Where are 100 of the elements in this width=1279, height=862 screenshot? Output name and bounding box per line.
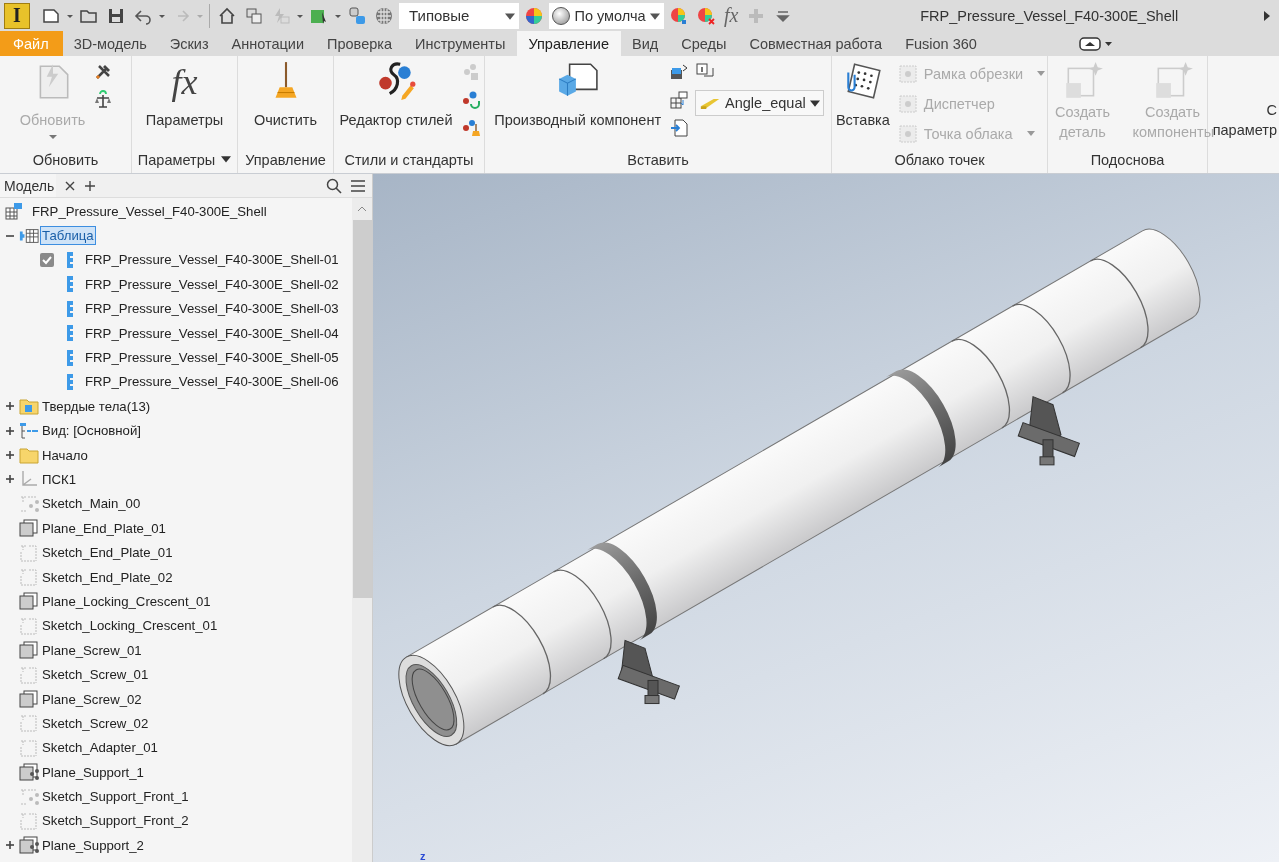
derived-component-button[interactable]: Производный компонент (492, 60, 664, 147)
create-parameters-button[interactable]: С параметр (1210, 60, 1279, 173)
point-cloud-tool-icon (897, 94, 918, 114)
panel-title: Облако точек (893, 151, 986, 170)
ribbon-tab[interactable]: Аннотации (220, 31, 317, 56)
styles-purge-icon[interactable] (460, 118, 481, 138)
tree-item[interactable]: Sketch_End_Plate_01 (41, 544, 174, 562)
table-icon (19, 226, 39, 245)
tree-item[interactable]: Plane_Support_2 (41, 836, 145, 854)
ribbon-tab[interactable]: Проверка (316, 31, 404, 56)
ribbon-tab[interactable]: Совместная работа (738, 31, 895, 56)
expand-icon[interactable] (5, 450, 15, 461)
point-cloud-insert-button[interactable]: Вставка (833, 60, 892, 147)
folder-icon (19, 446, 39, 465)
tree-item[interactable]: FRP_Pressure_Vessel_F40-300E_Shell-04 (82, 324, 340, 342)
ribbon-tab[interactable]: Управление (517, 31, 622, 56)
tree-item[interactable]: FRP_Pressure_Vessel_F40-300E_Shell-01 (82, 251, 340, 269)
caret-icon (48, 134, 57, 140)
formula-button[interactable]: fx (721, 4, 742, 27)
visual-style-dropdown[interactable]: Типовые (399, 2, 519, 29)
parameters-button[interactable]: fx Параметры (143, 60, 226, 147)
expand-icon[interactable] (5, 425, 15, 436)
panel-title: Управление (244, 151, 327, 170)
ribbon-tab[interactable]: Вид (621, 31, 671, 56)
tree-item[interactable]: Вид: [Основной] (41, 422, 142, 440)
sketch-icon (19, 738, 39, 757)
tree-item[interactable]: Sketch_Screw_01 (41, 666, 150, 684)
tree-item[interactable]: FRP_Pressure_Vessel_F40-300E_Shell-03 (82, 300, 340, 318)
balance-scale-icon[interactable] (93, 90, 114, 110)
plane-icon (19, 519, 39, 538)
checkbox[interactable] (40, 252, 54, 267)
expand-icon[interactable] (5, 401, 15, 412)
plane-share-icon (19, 763, 39, 782)
panel-title: Вставить (626, 151, 690, 170)
expand-arrow-icon[interactable] (1263, 9, 1271, 22)
app-logo[interactable]: I (4, 2, 30, 29)
select-priority-icon[interactable] (347, 5, 367, 26)
tree-item[interactable]: Sketch_Support_Front_1 (41, 788, 190, 806)
tree-item[interactable]: Таблица (41, 227, 95, 245)
panel-title[interactable]: Параметры (132, 147, 237, 173)
tree-item[interactable]: Sketch_Main_00 (41, 495, 142, 513)
tree-item[interactable]: Plane_Locking_Crescent_01 (41, 592, 212, 610)
home-icon[interactable] (217, 5, 237, 26)
axis-label: z (420, 850, 426, 862)
assembly-table-icon (4, 202, 24, 221)
tree-item[interactable]: Plane_Screw_02 (41, 690, 143, 708)
windows-icon[interactable] (244, 5, 264, 26)
scroll-up-icon[interactable] (357, 206, 367, 212)
color-wheel-icon[interactable] (669, 5, 689, 26)
scrollbar[interactable] (352, 198, 372, 862)
search-icon[interactable] (326, 177, 342, 194)
ribbon-tab[interactable]: 3D-модель (62, 31, 159, 56)
styles-sync-icon[interactable] (460, 90, 481, 110)
expand-icon[interactable] (5, 840, 15, 851)
ribbon-tab[interactable]: Эскиз (158, 31, 221, 56)
add-tab-icon[interactable] (84, 179, 97, 192)
ribbon-tab[interactable]: Инструменты (404, 31, 518, 56)
caret-icon[interactable] (809, 98, 820, 108)
style-editor-button[interactable]: Редактор стилей (337, 60, 455, 147)
tree-item[interactable]: FRP_Pressure_Vessel_F40-300E_Shell-06 (82, 373, 340, 391)
tree-item[interactable]: FRP_Pressure_Vessel_F40-300E_Shell-02 (82, 275, 340, 293)
ribbon-tab[interactable]: Fusion 360 (894, 31, 989, 56)
tree-item[interactable]: Твердые тела(13) (41, 397, 152, 415)
tree-item[interactable]: ПСК1 (41, 471, 78, 488)
sketch-icon (19, 568, 39, 587)
plane-share-icon (19, 836, 39, 855)
tree-item[interactable]: Sketch_Adapter_01 (41, 739, 159, 757)
caret-icon[interactable] (221, 156, 232, 164)
table-replace-icon[interactable] (669, 90, 690, 110)
color-wheel-icon[interactable] (524, 5, 544, 26)
tree-item[interactable]: Sketch_Locking_Crescent_01 (41, 617, 219, 635)
folder-cube-icon (19, 397, 39, 416)
ribbon-tab[interactable]: Среды (670, 31, 739, 56)
sketch-icon (19, 616, 39, 635)
tree-item[interactable]: Plane_Screw_01 (41, 641, 143, 659)
tree-item[interactable]: FRP_Pressure_Vessel_F40-300E_Shell (31, 202, 268, 220)
appearance-dropdown[interactable]: По умолча (549, 2, 664, 29)
plane-icon (19, 690, 39, 708)
tree-item[interactable]: Sketch_Support_Front_2 (41, 812, 190, 830)
ribbon-display-icon[interactable] (1078, 37, 1113, 51)
profile-dropdown[interactable]: Angle_equal (695, 90, 824, 116)
color-wheel-icon[interactable] (696, 5, 716, 26)
checkered-sphere-icon[interactable] (374, 5, 394, 26)
import-icon[interactable] (669, 62, 690, 82)
tree-item[interactable]: Sketch_Screw_02 (41, 714, 150, 732)
panel-title: Обновить (31, 151, 100, 170)
menu-icon[interactable] (350, 177, 366, 194)
tree-item[interactable]: Plane_Support_1 (41, 763, 145, 781)
plane-icon (19, 641, 39, 660)
insert-file-icon[interactable] (669, 118, 690, 138)
sketch-icon (19, 665, 39, 684)
tree-item[interactable]: Plane_End_Plate_01 (41, 519, 167, 537)
tree-item[interactable]: FRP_Pressure_Vessel_F40-300E_Shell-05 (82, 349, 340, 367)
close-icon[interactable] (64, 179, 77, 192)
sketch-icon (19, 543, 39, 562)
browser-tab[interactable]: Модель (0, 174, 57, 197)
expand-icon[interactable] (5, 474, 15, 485)
purge-button[interactable]: Очистить (251, 60, 320, 147)
tree-item[interactable]: Начало (41, 446, 89, 464)
tree-item[interactable]: Sketch_End_Plate_02 (41, 568, 174, 586)
